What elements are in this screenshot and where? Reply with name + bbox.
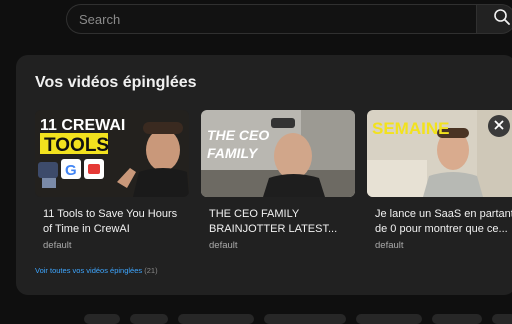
see-all-label[interactable]: Voir toutes vos vidéos épinglées — [35, 266, 142, 275]
search-box[interactable] — [66, 4, 476, 34]
svg-text:G: G — [65, 162, 77, 179]
search-icon — [493, 8, 511, 31]
video-thumbnail[interactable]: THE CEO FAMILY — [201, 110, 355, 197]
filter-chip[interactable] — [84, 314, 120, 324]
video-thumbnail[interactable]: 11 CREWAI TOOLS G — [35, 110, 189, 197]
search-button[interactable] — [476, 4, 512, 34]
video-subtitle: default — [43, 240, 72, 251]
video-title[interactable]: 11 Tools to Save You Hours of Time in Cr… — [43, 207, 183, 237]
thumb-title-line2: FAMILY — [207, 145, 259, 161]
see-all-count: (21) — [144, 266, 158, 275]
filter-chip[interactable] — [356, 314, 422, 324]
filter-chip[interactable] — [432, 314, 482, 324]
thumb-title-line1: 11 CREWAI — [40, 117, 125, 134]
filter-chip[interactable] — [178, 314, 254, 324]
video-subtitle: default — [375, 240, 404, 251]
close-icon — [494, 117, 504, 135]
thumb-title-line1: SEMAINE — [372, 119, 449, 138]
video-subtitle: default — [209, 240, 238, 251]
thumb-title-line2: TOOLS — [44, 135, 109, 156]
filter-chip[interactable] — [492, 314, 512, 324]
see-all-pinned-link[interactable]: Voir toutes vos vidéos épinglées (21) — [35, 266, 158, 275]
pinned-videos-panel: Vos vidéos épinglées 11 CREWAI TOOLS G 1… — [16, 55, 512, 295]
panel-title: Vos vidéos épinglées — [35, 74, 197, 91]
filter-chip[interactable] — [130, 314, 168, 324]
filter-chip[interactable] — [264, 314, 346, 324]
video-title[interactable]: THE CEO FAMILY BRAINJOTTER LATEST... — [209, 207, 349, 237]
thumb-title-line1: THE CEO — [207, 127, 269, 143]
close-button[interactable] — [488, 115, 510, 137]
video-title[interactable]: Je lance un SaaS en partant de 0 pour mo… — [375, 207, 512, 237]
search-input[interactable] — [79, 5, 459, 33]
